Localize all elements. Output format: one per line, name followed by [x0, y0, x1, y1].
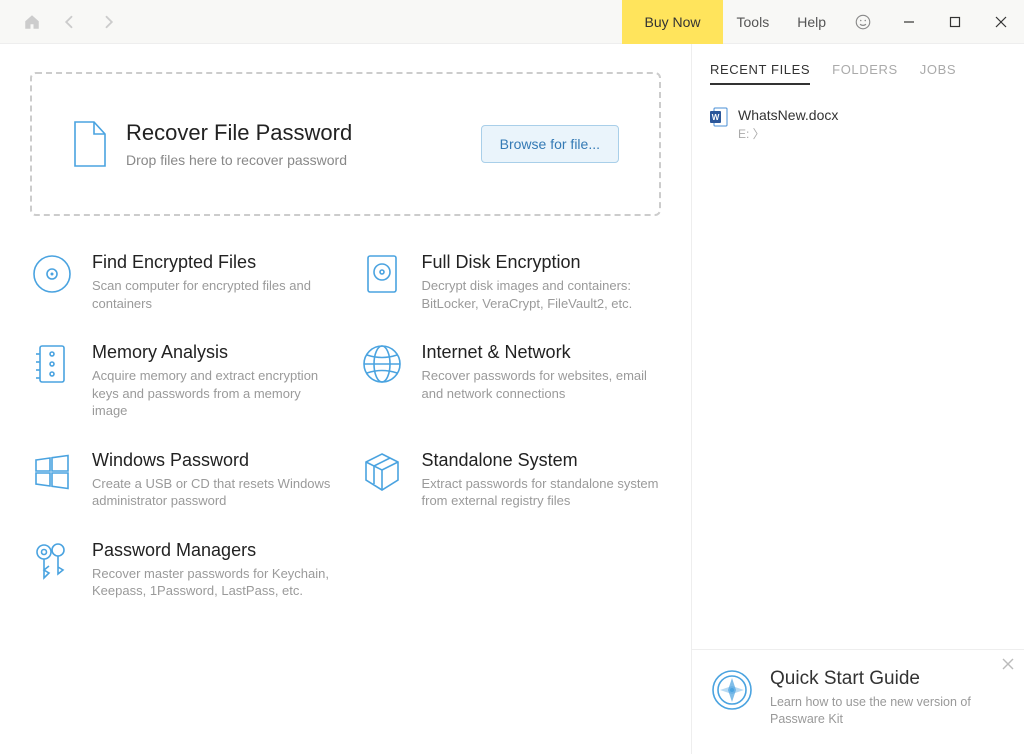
menu-tools[interactable]: Tools: [737, 14, 770, 30]
tool-title: Find Encrypted Files: [92, 252, 332, 273]
recent-file-name: WhatsNew.docx: [738, 107, 838, 123]
minimize-button[interactable]: [886, 0, 932, 44]
close-icon: [1002, 658, 1014, 670]
tool-desc: Acquire memory and extract encryption ke…: [92, 367, 332, 420]
feedback-button[interactable]: [854, 13, 872, 31]
tool-desc: Recover passwords for websites, email an…: [422, 367, 662, 402]
quick-start-close-button[interactable]: [1002, 658, 1014, 670]
close-icon: [995, 16, 1007, 28]
hdd-icon: [360, 252, 404, 296]
maximize-button[interactable]: [932, 0, 978, 44]
close-button[interactable]: [978, 0, 1024, 44]
tab-recent-files[interactable]: RECENT FILES: [710, 62, 810, 85]
home-icon: [23, 13, 41, 31]
tool-title: Standalone System: [422, 450, 662, 471]
forward-button[interactable]: [98, 12, 118, 32]
keys-icon: [30, 540, 74, 584]
word-file-icon: W: [710, 107, 728, 127]
tool-desc: Create a USB or CD that resets Windows a…: [92, 475, 332, 510]
tool-title: Memory Analysis: [92, 342, 332, 363]
home-button[interactable]: [22, 12, 42, 32]
quick-start-title: Quick Start Guide: [770, 668, 1006, 690]
globe-icon: [360, 342, 404, 386]
tab-jobs[interactable]: JOBS: [920, 62, 956, 85]
file-icon: [72, 120, 108, 168]
tool-standalone-system[interactable]: Standalone System Extract passwords for …: [360, 450, 662, 510]
disc-icon: [30, 252, 74, 296]
titlebar: Buy Now Tools Help: [0, 0, 1024, 44]
main-content: Recover File Password Drop files here to…: [0, 44, 691, 754]
arrow-left-icon: [61, 13, 79, 31]
smiley-icon: [854, 13, 872, 31]
maximize-icon: [949, 16, 961, 28]
ram-icon: [30, 342, 74, 386]
svg-text:W: W: [712, 113, 720, 122]
tab-folders[interactable]: FOLDERS: [832, 62, 898, 85]
nav-group: [0, 12, 118, 32]
tool-full-disk-encryption[interactable]: Full Disk Encryption Decrypt disk images…: [360, 252, 662, 312]
arrow-right-icon: [99, 13, 117, 31]
tool-password-managers[interactable]: Password Managers Recover master passwor…: [30, 540, 332, 600]
tool-desc: Scan computer for encrypted files and co…: [92, 277, 332, 312]
tool-find-encrypted-files[interactable]: Find Encrypted Files Scan computer for e…: [30, 252, 332, 312]
cube-icon: [360, 450, 404, 494]
file-dropzone[interactable]: Recover File Password Drop files here to…: [30, 72, 661, 216]
browse-file-button[interactable]: Browse for file...: [481, 125, 619, 163]
recent-file-path: E: 〉: [738, 125, 838, 142]
sidebar: RECENT FILES FOLDERS JOBS W WhatsNew.doc…: [691, 44, 1024, 754]
minimize-icon: [903, 16, 915, 28]
menu-group: Tools Help: [723, 13, 886, 31]
dropzone-text: Recover File Password Drop files here to…: [126, 120, 352, 168]
tool-desc: Decrypt disk images and containers: BitL…: [422, 277, 662, 312]
tools-grid: Find Encrypted Files Scan computer for e…: [30, 252, 661, 600]
quick-start-desc: Learn how to use the new version of Pass…: [770, 694, 1006, 728]
tool-internet-network[interactable]: Internet & Network Recover passwords for…: [360, 342, 662, 420]
dropzone-title: Recover File Password: [126, 120, 352, 146]
recent-file-item[interactable]: W WhatsNew.docx E: 〉: [710, 103, 1006, 146]
recent-files-list: W WhatsNew.docx E: 〉: [692, 95, 1024, 649]
window-controls: [886, 0, 1024, 44]
tool-desc: Extract passwords for standalone system …: [422, 475, 662, 510]
tool-desc: Recover master passwords for Keychain, K…: [92, 565, 332, 600]
tool-title: Password Managers: [92, 540, 332, 561]
tool-title: Full Disk Encryption: [422, 252, 662, 273]
tool-memory-analysis[interactable]: Memory Analysis Acquire memory and extra…: [30, 342, 332, 420]
dropzone-subtitle: Drop files here to recover password: [126, 152, 352, 168]
tool-windows-password[interactable]: Windows Password Create a USB or CD that…: [30, 450, 332, 510]
windows-icon: [30, 450, 74, 494]
compass-icon: [710, 668, 754, 712]
sidebar-tabs: RECENT FILES FOLDERS JOBS: [692, 44, 1024, 95]
buy-now-button[interactable]: Buy Now: [622, 0, 722, 44]
tool-title: Windows Password: [92, 450, 332, 471]
menu-help[interactable]: Help: [797, 14, 826, 30]
tool-title: Internet & Network: [422, 342, 662, 363]
back-button[interactable]: [60, 12, 80, 32]
quick-start-panel[interactable]: Quick Start Guide Learn how to use the n…: [692, 649, 1024, 754]
